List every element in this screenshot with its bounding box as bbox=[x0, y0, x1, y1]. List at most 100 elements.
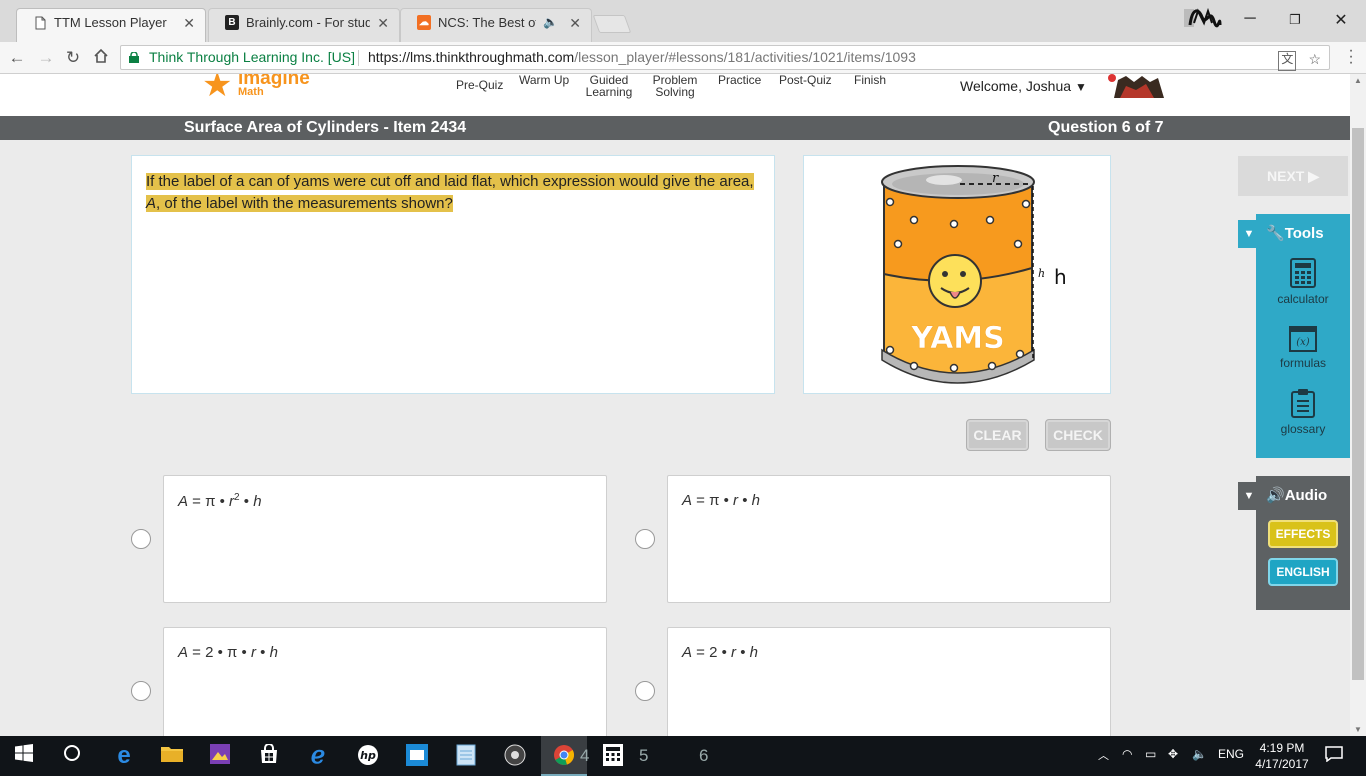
nav-practice[interactable]: Practice bbox=[718, 74, 761, 86]
lock-icon bbox=[129, 52, 139, 63]
taskbar-number: 5 bbox=[639, 746, 649, 765]
glossary-tool[interactable]: glossary bbox=[1256, 388, 1350, 436]
file-explorer-icon[interactable] bbox=[160, 744, 184, 768]
internet-explorer-icon[interactable]: ℯ bbox=[306, 744, 330, 768]
chevron-up-icon[interactable]: ︿ bbox=[1098, 747, 1109, 763]
answer-expression: A = π • r2 • h bbox=[178, 492, 262, 510]
tab-ttm-lesson-player[interactable]: TTM Lesson Player ✕ bbox=[16, 8, 206, 42]
translate-icon[interactable]: 文 bbox=[1278, 51, 1297, 71]
answer-c-radio[interactable] bbox=[131, 681, 151, 701]
restore-icon[interactable]: ❐ bbox=[1283, 12, 1307, 28]
url-path: /lesson_player/#lessons/181/activities/1… bbox=[574, 49, 916, 65]
tab-brainly[interactable]: B Brainly.com - For studen ✕ bbox=[208, 8, 400, 42]
back-icon[interactable]: ← bbox=[7, 48, 27, 68]
forward-icon[interactable]: → bbox=[36, 48, 56, 68]
notifications-icon[interactable] bbox=[1322, 744, 1346, 768]
lesson-page: ★ imagine Math Pre-Quiz Warm Up Guided L… bbox=[0, 74, 1350, 736]
check-button[interactable]: CHECK bbox=[1045, 419, 1111, 451]
tab-title: TTM Lesson Player bbox=[54, 15, 167, 30]
audio-panel: 🔊Audio EFFECTS ENGLISH bbox=[1256, 476, 1350, 610]
formulas-tool[interactable]: (x) formulas bbox=[1256, 326, 1350, 370]
imagine-math-logo[interactable]: ★ imagine Math bbox=[202, 74, 312, 106]
chrome-icon[interactable] bbox=[552, 744, 576, 768]
page-scrollbar[interactable]: ▲ ▼ bbox=[1350, 74, 1366, 736]
soundcloud-icon: ☁ bbox=[417, 15, 431, 30]
handwritten-h-label: h bbox=[1054, 265, 1067, 289]
scroll-down-icon[interactable]: ▼ bbox=[1350, 725, 1366, 734]
logo-sub: Math bbox=[238, 86, 264, 98]
close-icon[interactable]: ✕ bbox=[569, 15, 581, 32]
lesson-top-nav: ★ imagine Math Pre-Quiz Warm Up Guided L… bbox=[0, 74, 1350, 116]
answer-option-c[interactable]: A = 2 • π • r • h bbox=[163, 627, 607, 736]
tab-title: Brainly.com - For studen bbox=[246, 15, 370, 30]
answer-option-b[interactable]: A = π • r • h bbox=[667, 475, 1111, 603]
calculator-tool[interactable]: calculator bbox=[1256, 258, 1350, 306]
nav-post-quiz[interactable]: Post-Quiz bbox=[779, 74, 832, 86]
photos-app-icon[interactable] bbox=[208, 744, 232, 768]
answer-option-d[interactable]: A = 2 • r • h bbox=[667, 627, 1111, 736]
answer-b-radio[interactable] bbox=[635, 529, 655, 549]
user-avatar[interactable] bbox=[1106, 74, 1166, 98]
document-icon bbox=[33, 15, 47, 30]
nav-pre-quiz[interactable]: Pre-Quiz bbox=[456, 79, 503, 91]
notepad-icon[interactable] bbox=[454, 744, 478, 768]
scrollbar-thumb[interactable] bbox=[1352, 128, 1364, 680]
window-close-icon[interactable]: ✕ bbox=[1329, 10, 1353, 30]
formulas-label: formulas bbox=[1279, 356, 1326, 370]
profile-avatar-icon[interactable] bbox=[1184, 5, 1222, 29]
question-variable: A bbox=[146, 195, 157, 212]
edge-icon[interactable]: e bbox=[112, 744, 136, 768]
yams-can-illustration: YAMS r h h bbox=[881, 165, 1067, 384]
next-button[interactable]: NEXT ▶ bbox=[1238, 156, 1348, 196]
url-host: https://lms.thinkthroughmath.com bbox=[368, 49, 575, 65]
hp-icon[interactable]: hp bbox=[356, 744, 380, 768]
scroll-up-icon[interactable]: ▲ bbox=[1350, 76, 1366, 85]
star-icon[interactable]: ☆ bbox=[1308, 48, 1321, 71]
answer-d-radio[interactable] bbox=[635, 681, 655, 701]
windows-start-icon[interactable] bbox=[12, 744, 36, 768]
store-icon[interactable] bbox=[257, 743, 281, 768]
taskbar-number: 4 bbox=[580, 746, 590, 765]
chevron-down-icon: ▼ bbox=[1075, 80, 1087, 94]
answer-option-a[interactable]: A = π • r2 • h bbox=[163, 475, 607, 603]
cortana-icon[interactable] bbox=[60, 744, 84, 768]
camera-app-icon[interactable] bbox=[503, 744, 527, 768]
hp-support-icon[interactable] bbox=[405, 744, 429, 768]
nav-warm-up[interactable]: Warm Up bbox=[519, 74, 569, 86]
welcome-menu[interactable]: Welcome, Joshua ▼ bbox=[960, 78, 1087, 94]
calculator-app-icon[interactable] bbox=[601, 744, 625, 768]
answer-a-radio[interactable] bbox=[131, 529, 151, 549]
tab-ncs[interactable]: ☁ NCS: The Best of 2015 🔈 ✕ bbox=[400, 8, 592, 42]
new-tab-button[interactable] bbox=[592, 15, 632, 33]
calculator-icon bbox=[1290, 258, 1316, 288]
address-bar[interactable]: Think Through Learning Inc. [US] https:/… bbox=[120, 45, 1330, 71]
dropbox-icon[interactable]: ✥ bbox=[1168, 747, 1178, 761]
site-identity: Think Through Learning Inc. [US] bbox=[149, 49, 355, 65]
system-clock[interactable]: 4:19 PM 4/17/2017 bbox=[1252, 740, 1312, 772]
height-label: h bbox=[1038, 267, 1045, 280]
nav-guided-learning[interactable]: Guided Learning bbox=[585, 74, 633, 98]
nav-finish[interactable]: Finish bbox=[854, 74, 886, 86]
clock-date: 4/17/2017 bbox=[1255, 757, 1309, 771]
minimize-icon[interactable]: ─ bbox=[1238, 10, 1262, 28]
taskbar-number: 6 bbox=[699, 746, 709, 765]
calculator-label: calculator bbox=[1277, 292, 1329, 306]
close-icon[interactable]: ✕ bbox=[183, 15, 195, 32]
home-icon[interactable] bbox=[91, 48, 111, 69]
nav-problem-solving[interactable]: Problem Solving bbox=[651, 74, 699, 98]
battery-icon[interactable]: ▭ bbox=[1145, 747, 1156, 761]
tools-heading: 🔧Tools bbox=[1266, 225, 1324, 242]
clear-button[interactable]: CLEAR bbox=[966, 419, 1029, 451]
answer-expression: A = π • r • h bbox=[682, 492, 760, 509]
wifi-icon[interactable]: ◠ bbox=[1122, 747, 1132, 761]
audio-heading: 🔊Audio bbox=[1266, 487, 1328, 504]
question-counter: Question 6 of 7 bbox=[1048, 119, 1164, 136]
volume-icon[interactable]: 🔈 bbox=[1192, 747, 1207, 761]
menu-icon[interactable]: · · · bbox=[1344, 43, 1358, 71]
close-icon[interactable]: ✕ bbox=[377, 15, 389, 32]
english-button[interactable]: ENGLISH bbox=[1268, 558, 1338, 586]
reload-icon[interactable]: ↻ bbox=[63, 48, 83, 68]
svg-text:(x): (x) bbox=[1296, 337, 1310, 348]
language-indicator[interactable]: ENG bbox=[1218, 747, 1244, 761]
effects-button[interactable]: EFFECTS bbox=[1268, 520, 1338, 548]
